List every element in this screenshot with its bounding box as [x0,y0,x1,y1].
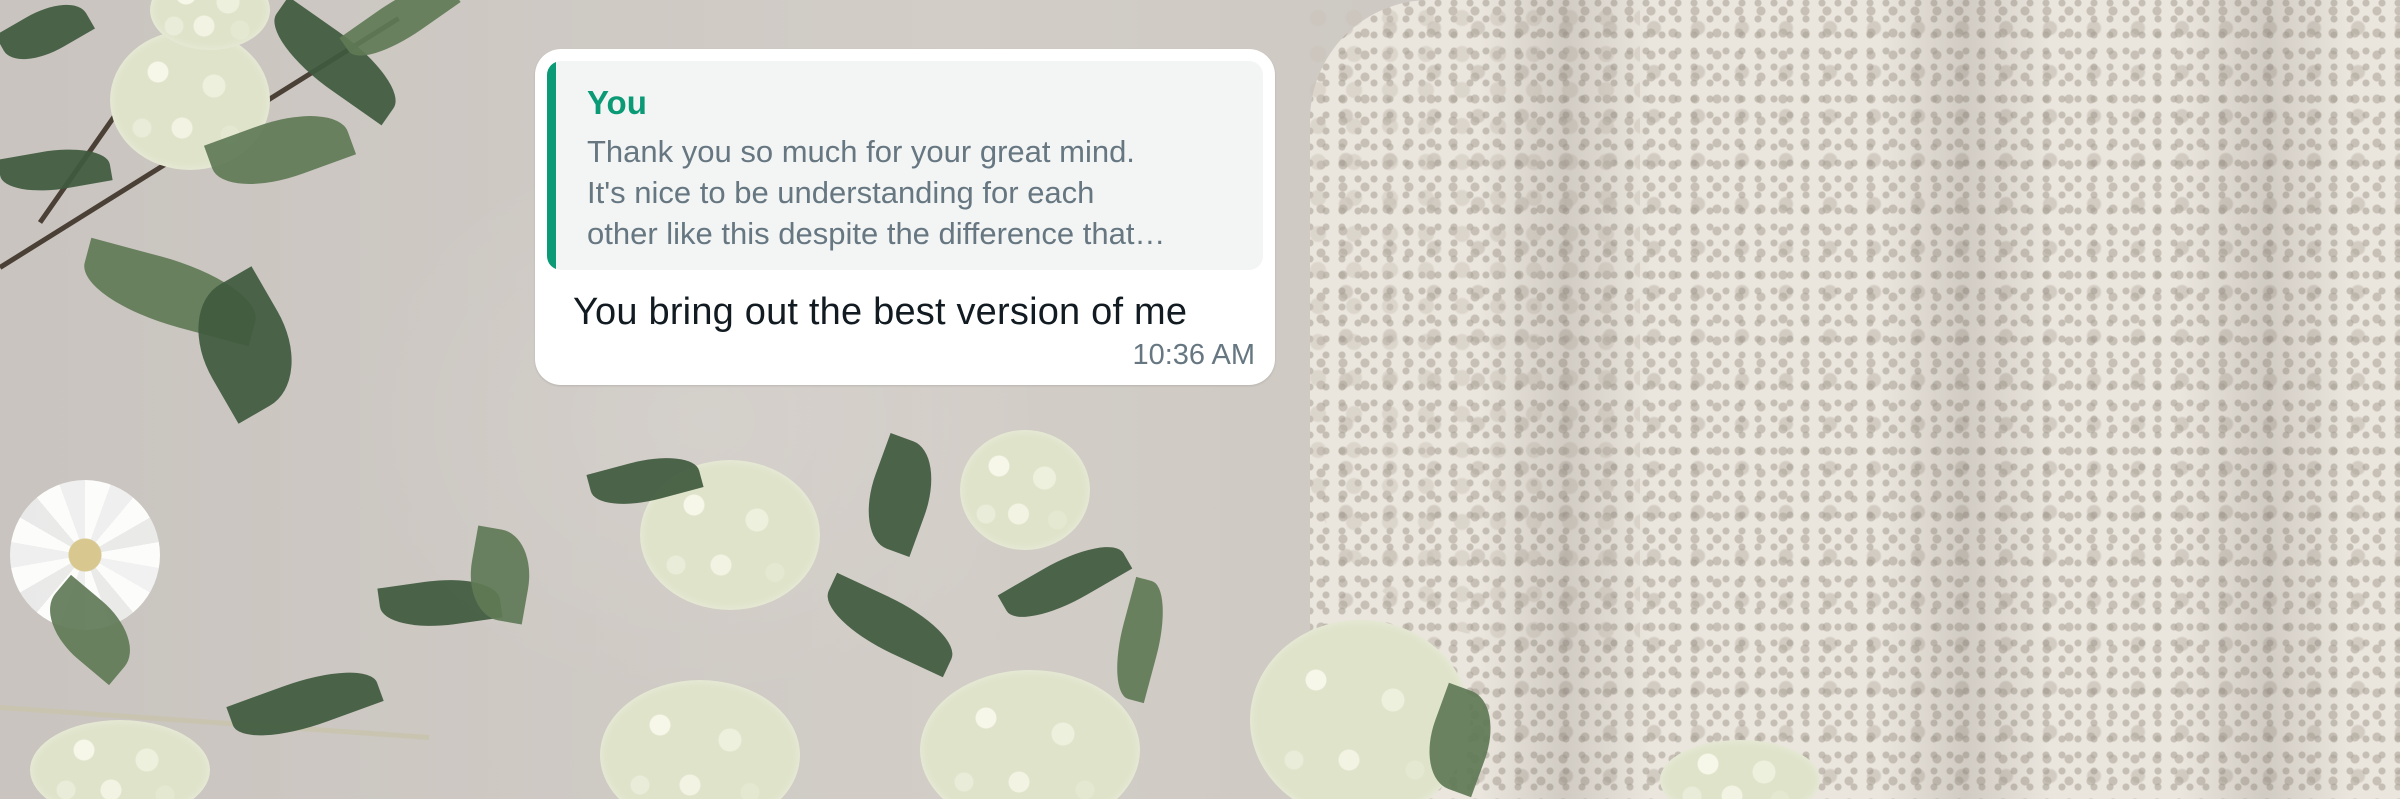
wallpaper-flower [920,670,1140,799]
wallpaper-flower [960,430,1090,550]
wallpaper-flower [30,720,210,799]
wallpaper-leaf [0,140,113,200]
wallpaper-leaf [0,0,95,74]
wallpaper-flower [600,680,800,799]
wallpaper-leaf [226,655,384,753]
quoted-message[interactable]: You Thank you so much for your great min… [547,61,1263,270]
quoted-text: Thank you so much for your great mind. I… [587,134,1166,251]
message-text: You bring out the best version of me [573,291,1188,333]
wallpaper-lace-fold [1880,0,2050,799]
wallpaper-lace-fold [1480,0,1650,799]
quote-accent-bar [547,61,556,270]
message-timestamp: 10:36 AM [1132,339,1255,371]
quoted-author: You [587,84,647,121]
wallpaper-leaf [815,572,965,678]
wallpaper-lace-fold [2180,0,2350,799]
wallpaper-leaf [852,433,948,557]
message-bubble[interactable]: You Thank you so much for your great min… [535,49,1275,385]
wallpaper-leaf [1105,576,1175,704]
